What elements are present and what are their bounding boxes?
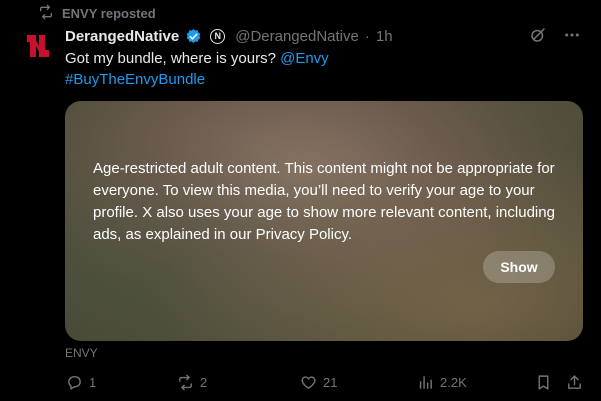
- display-name[interactable]: DerangedNative: [65, 28, 179, 45]
- source-label: ENVY: [65, 346, 98, 360]
- tweet-header: DerangedNative N @DerangedNative · 1h: [65, 26, 581, 46]
- bookmark-button[interactable]: [535, 374, 552, 391]
- mention-link[interactable]: @Envy: [280, 50, 329, 67]
- action-bar: 1 2 21 2.2K: [65, 374, 585, 392]
- bookmark-icon: [535, 374, 552, 391]
- reply-icon: [66, 374, 83, 391]
- share-button[interactable]: [566, 374, 583, 391]
- hashtag-link[interactable]: #BuyTheEnvyBundle: [65, 71, 205, 88]
- timestamp[interactable]: 1h: [376, 28, 393, 45]
- grok-icon[interactable]: [529, 26, 547, 44]
- show-media-button[interactable]: Show: [483, 251, 555, 283]
- like-count: 21: [323, 375, 338, 390]
- tweet-body: Got my bundle, where is yours?: [65, 50, 281, 67]
- author-handle[interactable]: @DerangedNative: [235, 28, 359, 45]
- like-button[interactable]: 21: [300, 374, 337, 391]
- separator-dot: ·: [364, 27, 370, 45]
- tweet-text: Got my bundle, where is yours? @Envy #Bu…: [65, 48, 565, 90]
- analytics-icon: [417, 374, 434, 391]
- repost-indicator[interactable]: ENVY reposted: [38, 4, 156, 22]
- repost-label: ENVY reposted: [62, 5, 156, 21]
- more-options-icon[interactable]: [563, 26, 581, 44]
- reply-button[interactable]: 1: [66, 374, 96, 391]
- views-button[interactable]: 2.2K: [417, 374, 467, 391]
- content-warning: Age-restricted adult content. This conte…: [93, 160, 555, 243]
- repost-icon: [38, 4, 54, 23]
- tweet[interactable]: ENVY reposted DerangedNative N @Deranged…: [0, 0, 601, 401]
- view-count: 2.2K: [440, 375, 467, 390]
- repost-count: 2: [200, 375, 208, 390]
- avatar[interactable]: [24, 32, 52, 60]
- repost-action-icon: [177, 374, 194, 391]
- share-icon: [566, 374, 583, 391]
- sensitive-media[interactable]: Age-restricted adult content. This conte…: [65, 101, 583, 341]
- repost-button[interactable]: 2: [177, 374, 207, 391]
- reply-count: 1: [89, 375, 97, 390]
- heart-icon: [300, 374, 317, 391]
- verified-badge-icon[interactable]: [185, 28, 202, 45]
- affiliate-badge-icon[interactable]: N: [210, 28, 226, 44]
